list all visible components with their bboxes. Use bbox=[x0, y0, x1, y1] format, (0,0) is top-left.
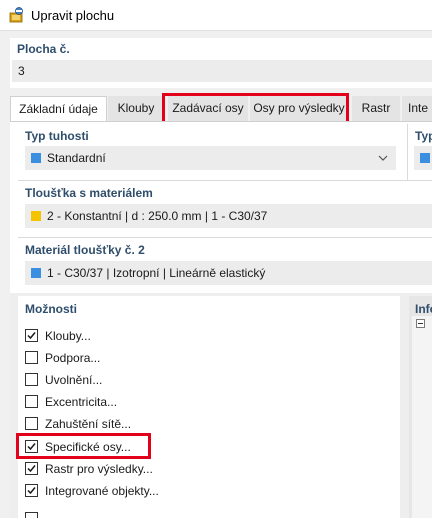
material-field[interactable]: 1 - C30/37 | Izotropní | Lineárně elasti… bbox=[25, 261, 432, 285]
material-color-swatch bbox=[31, 268, 41, 278]
checkbox-uvolneni[interactable] bbox=[25, 373, 38, 386]
info-tree-area bbox=[412, 316, 432, 518]
typ-right-label: Typ bbox=[415, 129, 432, 143]
title-bar: Upravit plochu bbox=[0, 0, 432, 31]
option-label: Specifické osy... bbox=[45, 440, 131, 454]
checkbox-klouby[interactable] bbox=[25, 329, 38, 342]
app-icon bbox=[9, 7, 23, 23]
tab-zadavaci-osy[interactable]: Zadávací osy bbox=[168, 96, 248, 121]
plocha-number-value: 3 bbox=[18, 64, 25, 78]
chevron-down-icon[interactable] bbox=[378, 154, 388, 162]
checkbox-rastr-pro-vysledky[interactable] bbox=[25, 462, 38, 475]
checkbox-zahusteni-site[interactable] bbox=[25, 417, 38, 430]
tab-osy-pro-vysledky[interactable]: Osy pro výsledky bbox=[250, 96, 348, 121]
material-value: 1 - C30/37 | Izotropní | Lineárně elasti… bbox=[47, 266, 266, 280]
option-label: Integrované objekty... bbox=[45, 484, 159, 498]
window-title: Upravit plochu bbox=[31, 8, 115, 23]
checkbox-specificke-osy[interactable] bbox=[25, 440, 38, 453]
plocha-label: Plocha č. bbox=[17, 42, 70, 56]
check-icon bbox=[27, 465, 36, 473]
tab-rastr[interactable]: Rastr bbox=[352, 96, 400, 121]
plocha-number-field[interactable]: 3 bbox=[12, 60, 432, 82]
checkbox-integrovane-objekty[interactable] bbox=[25, 484, 38, 497]
minus-glyph bbox=[418, 323, 423, 324]
typ-tuhosti-label: Typ tuhosti bbox=[25, 129, 89, 143]
checkbox-partial[interactable] bbox=[25, 512, 38, 518]
section-divider bbox=[18, 237, 432, 238]
info-label: Info bbox=[415, 302, 432, 316]
moznosti-label: Možnosti bbox=[25, 302, 77, 316]
section-divider-vertical bbox=[407, 124, 408, 180]
tab-klouby[interactable]: Klouby bbox=[108, 96, 164, 121]
option-label: Zahuštění sítě... bbox=[45, 417, 132, 431]
collapse-icon[interactable] bbox=[416, 319, 425, 328]
typ-right-dropdown[interactable] bbox=[414, 146, 432, 170]
typ-tuhosti-value: Standardní bbox=[47, 151, 106, 165]
tloustka-field[interactable]: 2 - Konstantní | d : 250.0 mm | 1 - C30/… bbox=[25, 204, 432, 228]
option-label: Rastr pro výsledky... bbox=[45, 462, 153, 476]
checkbox-excentricita[interactable] bbox=[25, 395, 38, 408]
tloustka-value: 2 - Konstantní | d : 250.0 mm | 1 - C30/… bbox=[47, 209, 268, 223]
section-divider bbox=[18, 180, 432, 181]
check-icon bbox=[27, 332, 36, 340]
option-label: Podpora... bbox=[45, 351, 101, 365]
checkbox-podpora[interactable] bbox=[25, 351, 38, 364]
option-label: Klouby... bbox=[45, 329, 91, 343]
check-icon bbox=[27, 443, 36, 451]
typ-tuhosti-color-swatch bbox=[31, 153, 41, 163]
typ-tuhosti-dropdown[interactable]: Standardní bbox=[25, 146, 396, 170]
material-label: Materiál tloušťky č. 2 bbox=[25, 243, 145, 257]
tab-zakladni-udaje[interactable]: Základní údaje bbox=[10, 96, 107, 122]
option-label: Uvolnění... bbox=[45, 373, 103, 387]
tloustka-label: Tloušťka s materiálem bbox=[25, 186, 153, 200]
tloustka-color-swatch bbox=[31, 211, 41, 221]
tab-integrovane[interactable]: Inte bbox=[402, 96, 432, 121]
typ-right-color-swatch bbox=[420, 153, 430, 163]
option-label: Excentricita... bbox=[45, 395, 118, 409]
check-icon bbox=[27, 487, 36, 495]
tab-bar: Základní údaje Klouby Zadávací osy Osy p… bbox=[10, 96, 432, 122]
